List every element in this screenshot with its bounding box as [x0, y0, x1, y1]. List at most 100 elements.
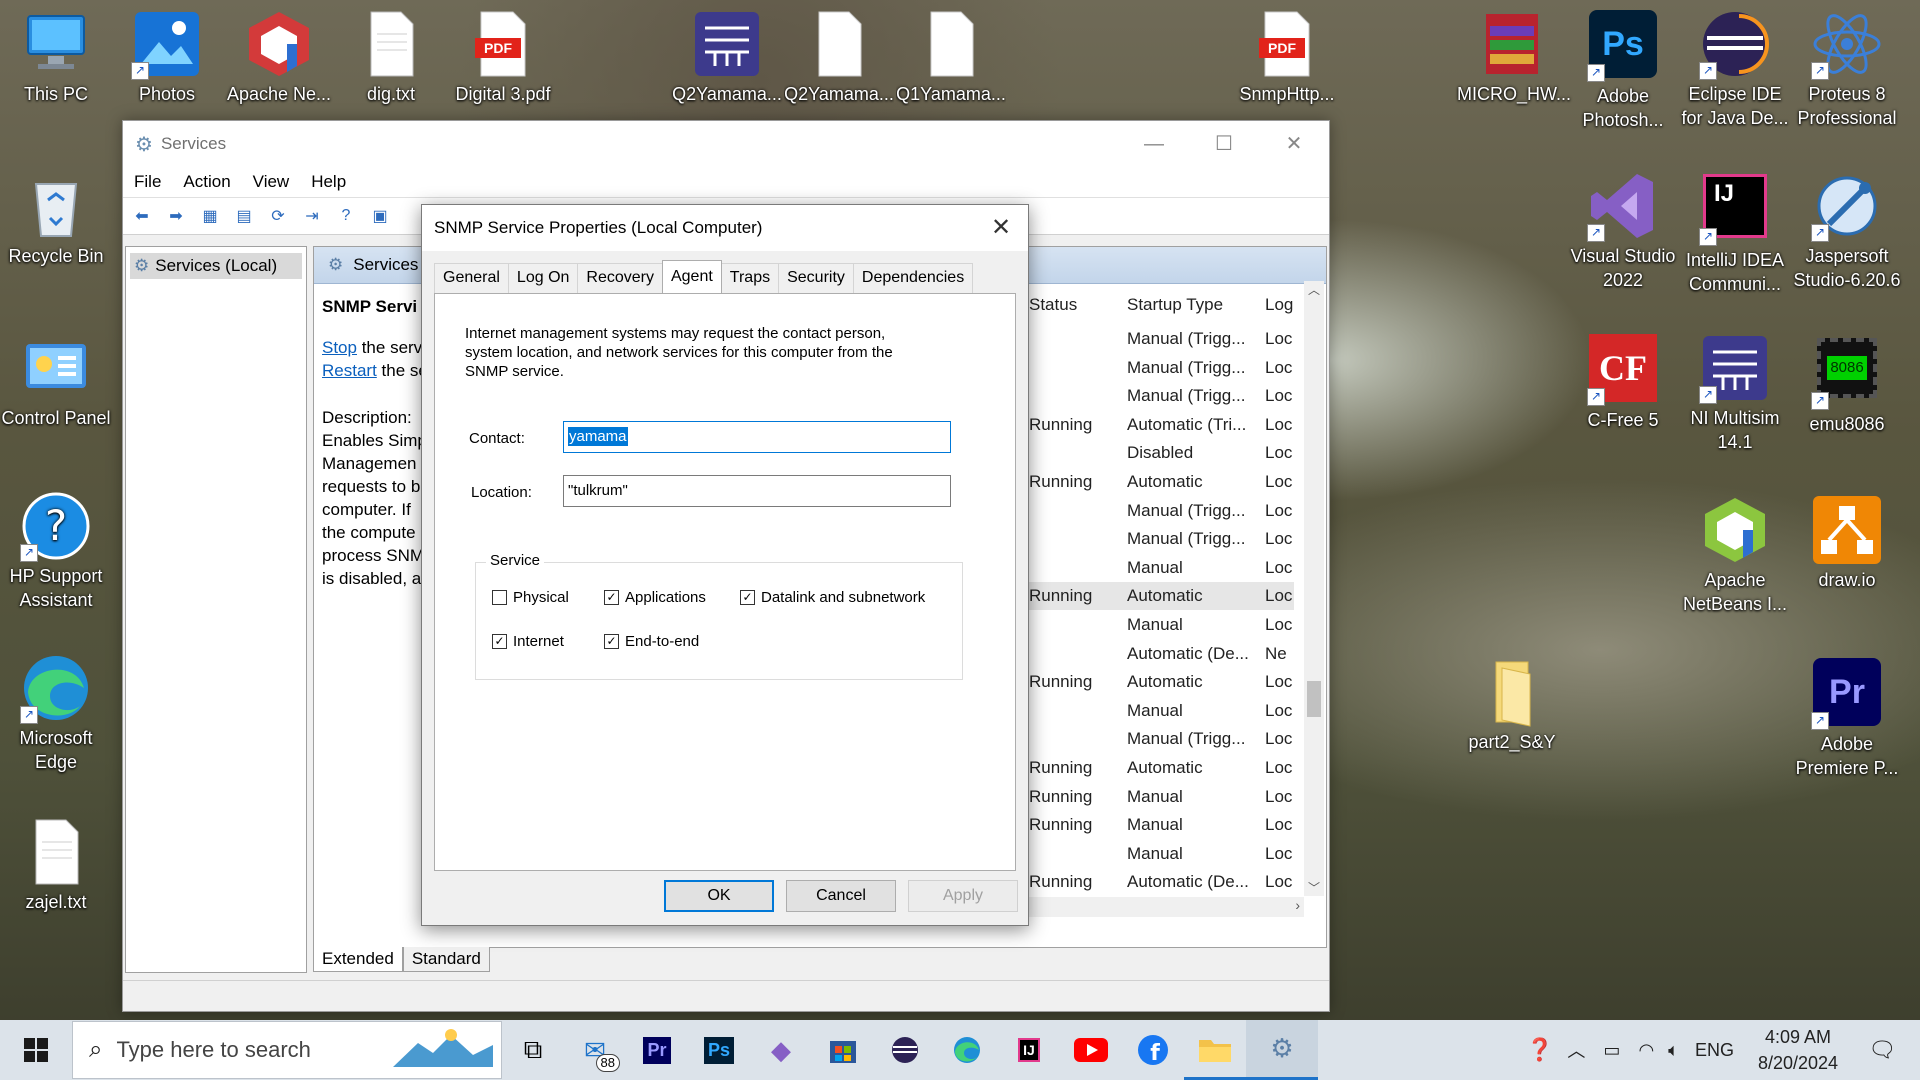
- checkbox-datalink-box[interactable]: ✓: [740, 590, 755, 605]
- scroll-up-icon[interactable]: ︿: [1304, 281, 1324, 298]
- desktop-icon-multisim[interactable]: ↗ NI Multisim 14.1: [1680, 332, 1790, 454]
- facebook-icon[interactable]: f: [1122, 1020, 1184, 1080]
- desktop-icon-q2yamama-sec[interactable]: Q2Yamama... (Security co...: [784, 8, 894, 106]
- wifi-icon[interactable]: ◠: [1638, 1040, 1654, 1061]
- table-row[interactable]: Manual Loc: [1024, 611, 1294, 639]
- properties-icon[interactable]: ▤: [231, 203, 257, 229]
- export-list-icon[interactable]: ⇥: [299, 203, 325, 229]
- menu-help[interactable]: Help: [300, 172, 357, 192]
- desktop-icon-intellij[interactable]: IJ ↗ IntelliJ IDEA Communi...: [1680, 170, 1790, 296]
- close-icon[interactable]: ✕: [974, 205, 1028, 251]
- restart-service-link[interactable]: Restart: [322, 361, 377, 380]
- mail-icon[interactable]: ✉ 88: [564, 1020, 626, 1080]
- table-row[interactable]: Manual (Trigg... Loc: [1024, 725, 1294, 753]
- dialog-titlebar[interactable]: SNMP Service Properties (Local Computer): [422, 205, 1028, 251]
- console-tree-icon[interactable]: ▦: [197, 203, 223, 229]
- desktop-icon-snmphttp[interactable]: PDF SnmpHttp...: [1232, 8, 1342, 106]
- table-row[interactable]: Manual (Trigg... Loc: [1024, 325, 1294, 353]
- scroll-down-icon[interactable]: ﹀: [1304, 879, 1324, 896]
- table-row[interactable]: Running Automatic Loc: [1024, 582, 1294, 611]
- table-row[interactable]: Running Automatic (Tri... Loc: [1024, 411, 1294, 439]
- desktop-icon-q1yamama-sec[interactable]: Q1Yamama... (Security co...: [896, 8, 1006, 106]
- eclipse-taskbar-icon[interactable]: [874, 1020, 936, 1080]
- desktop-icon-cfree[interactable]: CF ↗ C-Free 5: [1568, 332, 1678, 432]
- task-view-icon[interactable]: ⧉: [502, 1020, 564, 1080]
- file-explorer-icon[interactable]: [1184, 1020, 1246, 1080]
- desktop-icon-micro-hw[interactable]: MICRO_HW...: [1457, 8, 1571, 106]
- desktop-icon-proteus[interactable]: ↗ Proteus 8 Professional: [1792, 8, 1902, 130]
- tab-general[interactable]: General: [434, 263, 509, 293]
- checkbox-physical[interactable]: Physical: [492, 589, 569, 606]
- chevron-up-icon[interactable]: ︿: [1567, 1037, 1585, 1063]
- notification-icon[interactable]: 🗨︎: [1868, 1037, 1896, 1063]
- desktop-icon-dig[interactable]: dig.txt: [336, 8, 446, 106]
- photoshop-taskbar-icon[interactable]: Ps: [688, 1020, 750, 1080]
- desktop-icon-apache-netbeans-top[interactable]: Apache Ne...: [224, 8, 334, 106]
- table-row[interactable]: Running Manual Loc: [1024, 811, 1294, 839]
- table-row[interactable]: Manual Loc: [1024, 554, 1294, 582]
- desktop-icon-premiere[interactable]: Pr ↗ Adobe Premiere P...: [1792, 656, 1902, 780]
- desktop-icon-eclipse[interactable]: ↗ Eclipse IDE for Java De...: [1680, 8, 1790, 130]
- tab-standard[interactable]: Standard: [402, 947, 490, 972]
- apply-button[interactable]: Apply: [908, 880, 1018, 912]
- table-row[interactable]: Running Automatic (De... Loc: [1024, 868, 1294, 896]
- menu-action[interactable]: Action: [172, 172, 241, 192]
- desktop-icon-part2-folder[interactable]: part2_S&Y: [1457, 656, 1567, 754]
- taskbar-search[interactable]: ⌕ Type here to search: [72, 1021, 502, 1079]
- menu-file[interactable]: File: [123, 172, 172, 192]
- table-row[interactable]: Automatic (De... Ne: [1024, 640, 1294, 668]
- checkbox-end-to-end-box[interactable]: ✓: [604, 634, 619, 649]
- desktop-icon-apache-netbeans-right[interactable]: Apache NetBeans I...: [1680, 494, 1790, 616]
- clock[interactable]: 4:09 AM 8/20/2024: [1758, 1024, 1838, 1076]
- checkbox-physical-box[interactable]: [492, 590, 507, 605]
- menu-view[interactable]: View: [242, 172, 301, 192]
- checkbox-datalink[interactable]: ✓ Datalink and subnetwork: [740, 589, 925, 606]
- desktop-icon-q2yamama-ms[interactable]: Q2Yamama...: [672, 8, 782, 106]
- column-startup-type[interactable]: Startup Type: [1127, 295, 1223, 315]
- table-row[interactable]: Running Automatic Loc: [1024, 468, 1294, 496]
- desktop-icon-hp-support[interactable]: ? ↗ HP Support Assistant: [1, 490, 111, 612]
- checkbox-applications[interactable]: ✓ Applications: [604, 589, 706, 606]
- table-row[interactable]: Running Manual Loc: [1024, 783, 1294, 811]
- store-icon[interactable]: [812, 1020, 874, 1080]
- snmp-properties-dialog[interactable]: SNMP Service Properties (Local Computer)…: [421, 204, 1029, 926]
- maximize-icon[interactable]: ☐: [1189, 121, 1259, 167]
- stop-service-link[interactable]: Stop: [322, 338, 357, 357]
- tab-agent[interactable]: Agent: [661, 260, 722, 293]
- desktop-icon-zajel[interactable]: zajel.txt: [1, 816, 111, 914]
- volume-icon[interactable]: 🔈︎: [1668, 1040, 1679, 1061]
- intellij-taskbar-icon[interactable]: IJ: [998, 1020, 1060, 1080]
- location-field[interactable]: "tulkrum": [563, 475, 951, 507]
- desktop-icon-photoshop[interactable]: Ps ↗ Adobe Photosh...: [1568, 8, 1678, 132]
- checkbox-internet-box[interactable]: ✓: [492, 634, 507, 649]
- scroll-thumb[interactable]: [1307, 681, 1321, 717]
- table-row[interactable]: Manual (Trigg... Loc: [1024, 525, 1294, 553]
- table-row[interactable]: Manual Loc: [1024, 697, 1294, 725]
- refresh-icon[interactable]: ⟳: [265, 203, 291, 229]
- tab-recovery[interactable]: Recovery: [577, 263, 663, 293]
- desktop-icon-drawio[interactable]: draw.io: [1792, 494, 1902, 592]
- checkbox-end-to-end[interactable]: ✓ End-to-end: [604, 633, 699, 650]
- checkbox-applications-box[interactable]: ✓: [604, 590, 619, 605]
- tab-dependencies[interactable]: Dependencies: [852, 263, 974, 293]
- table-row[interactable]: Running Automatic Loc: [1024, 668, 1294, 696]
- visual-studio-taskbar-icon[interactable]: ◆: [750, 1020, 812, 1080]
- tab-security[interactable]: Security: [778, 263, 854, 293]
- desktop-icon-edge[interactable]: ↗ Microsoft Edge: [1, 652, 111, 774]
- minimize-icon[interactable]: —: [1119, 121, 1189, 167]
- start-button[interactable]: [0, 1020, 72, 1080]
- youtube-icon[interactable]: [1060, 1020, 1122, 1080]
- tab-traps[interactable]: Traps: [720, 263, 780, 293]
- tab-extended[interactable]: Extended: [313, 947, 403, 972]
- table-row[interactable]: Manual Loc: [1024, 840, 1294, 868]
- desktop-icon-photos[interactable]: ↗ Photos: [112, 8, 222, 106]
- desktop-icon-visual-studio[interactable]: ↗ Visual Studio 2022: [1568, 170, 1678, 292]
- table-row[interactable]: Manual (Trigg... Loc: [1024, 497, 1294, 525]
- language-indicator[interactable]: ENG: [1695, 1040, 1734, 1061]
- back-icon[interactable]: ⬅: [129, 203, 155, 229]
- desktop-icon-control-panel[interactable]: Control Panel: [1, 332, 111, 430]
- checkbox-internet[interactable]: ✓ Internet: [492, 633, 564, 650]
- tree-item-services-local[interactable]: ⚙ Services (Local): [130, 253, 302, 279]
- battery-icon[interactable]: ▭: [1603, 1040, 1620, 1061]
- cancel-button[interactable]: Cancel: [786, 880, 896, 912]
